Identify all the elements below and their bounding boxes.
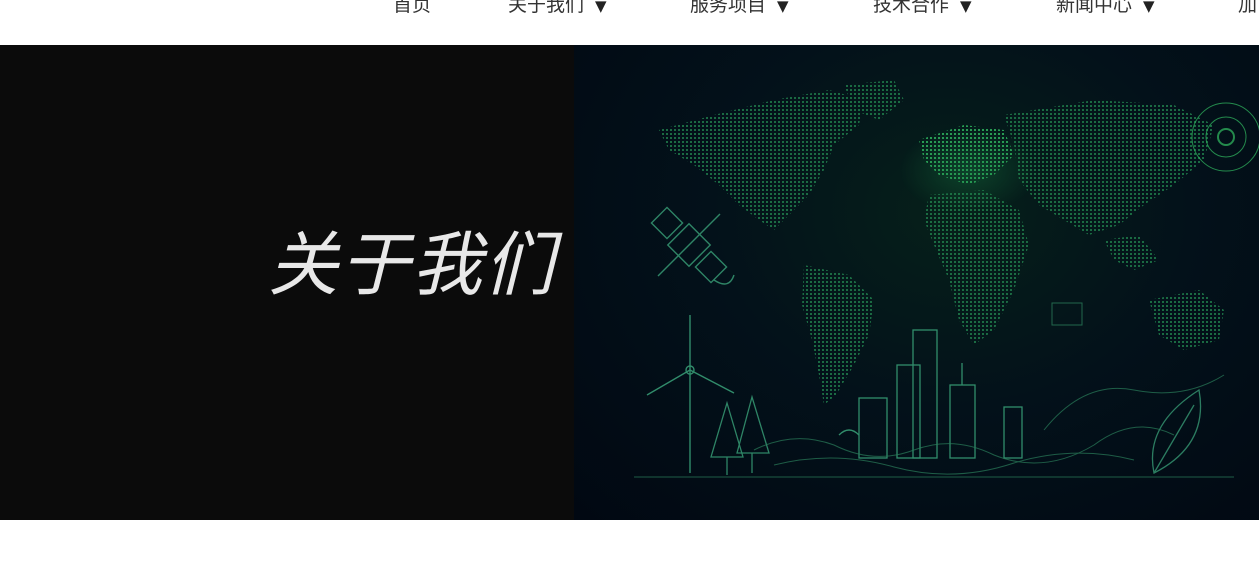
nav-item-home[interactable]: 首页: [393, 0, 431, 19]
leaf-icon: [1151, 388, 1202, 474]
chevron-down-icon[interactable]: ▼: [1143, 0, 1155, 15]
nav-item-label: 加: [1238, 0, 1258, 16]
hero-title: 关于我们: [268, 224, 556, 306]
page: 首页 关于我们 ▼ 服务项目 ▼ 技术合作 ▼ 新闻中心 ▼ 加 关于我们: [0, 0, 1259, 578]
satellite-icon: [650, 206, 735, 285]
world-map-graphic: [634, 80, 1259, 478]
content-area: [0, 520, 1259, 578]
nav-item-news[interactable]: 新闻中心 ▼: [1056, 0, 1155, 19]
nav-item-label: 首页: [393, 0, 432, 16]
chevron-down-icon[interactable]: ▼: [777, 0, 789, 15]
nav-item-label: 关于我们: [508, 0, 585, 16]
nav-item-label: 服务项目: [690, 0, 767, 16]
world-map-illustration: [574, 45, 1259, 520]
nav-item-label: 技术合作: [873, 0, 950, 16]
nav-item-services[interactable]: 服务项目 ▼: [690, 0, 789, 19]
continents: [659, 80, 1224, 405]
chevron-down-icon[interactable]: ▼: [960, 0, 972, 15]
nav-item-about[interactable]: 关于我们 ▼: [508, 0, 607, 19]
tree-icons: [710, 394, 770, 475]
wind-turbine-icon: [646, 315, 735, 473]
city-skyline: [838, 329, 1023, 459]
chevron-down-icon[interactable]: ▼: [595, 0, 607, 15]
top-nav: 首页 关于我们 ▼ 服务项目 ▼ 技术合作 ▼ 新闻中心 ▼ 加: [0, 0, 1259, 45]
nav-item-label: 新闻中心: [1056, 0, 1133, 16]
ground-lines: [634, 374, 1234, 478]
nav-item-join[interactable]: 加: [1238, 0, 1257, 19]
panel-icon: [1051, 302, 1083, 326]
nav-item-cooperation[interactable]: 技术合作 ▼: [873, 0, 972, 19]
hero-banner: 关于我们: [0, 45, 1259, 520]
